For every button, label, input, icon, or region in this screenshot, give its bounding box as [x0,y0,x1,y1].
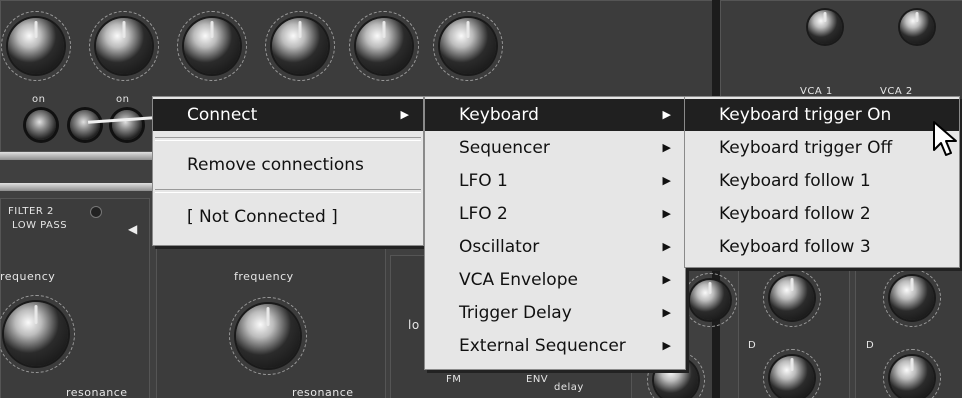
menu-item-label: Remove connections [187,155,364,175]
knob-label-frequency: frequency [234,270,294,283]
submenu-arrow-icon: ▶ [662,108,671,121]
on-switch[interactable] [26,110,56,140]
menu-item-label: Trigger Delay [459,303,572,323]
envelope-knob[interactable] [883,349,941,398]
lo-label: lo [408,318,420,332]
on-switch[interactable] [112,110,142,140]
oscillator-knob[interactable] [265,11,335,81]
submenu-arrow-icon: ▶ [662,174,671,187]
menu-item-lfo-2[interactable]: LFO 2 ▶ [425,198,685,230]
arrow-pointer-icon [933,121,957,156]
menu-item-trigger-delay[interactable]: Trigger Delay ▶ [425,297,685,329]
submenu-arrow-icon: ▶ [400,108,409,121]
menu-item-vca-envelope[interactable]: VCA Envelope ▶ [425,264,685,296]
menu-item-keyboard-trigger-off[interactable]: Keyboard trigger Off [685,132,959,164]
envelope-knob[interactable] [883,269,941,327]
menu-item-lfo-1[interactable]: LFO 1 ▶ [425,165,685,197]
filter-mode: LOW PASS [12,220,68,231]
envelope-knob[interactable] [763,269,821,327]
env-label: ENV [526,374,549,385]
filter-title: FILTER 2 [8,206,54,217]
menu-item-label: Keyboard follow 2 [719,204,871,224]
menu-item-label: Keyboard follow 1 [719,171,871,191]
menu-item-keyboard-trigger-on[interactable]: Keyboard trigger On [685,99,959,131]
submenu-arrow-icon: ▶ [662,141,671,154]
panel-rail [0,183,160,191]
menu-item-label: External Sequencer [459,336,626,356]
keyboard-submenu: Keyboard trigger On Keyboard trigger Off… [684,96,960,268]
frequency-knob[interactable] [0,295,75,373]
oscillator-knob[interactable] [89,11,159,81]
source-submenu: Keyboard ▶ Sequencer ▶ LFO 1 ▶ LFO 2 ▶ O… [424,96,686,370]
menu-item-keyboard[interactable]: Keyboard ▶ [425,99,685,131]
menu-item-external-sequencer[interactable]: External Sequencer ▶ [425,330,685,362]
menu-item-label: Keyboard trigger On [719,105,892,125]
submenu-arrow-icon: ▶ [662,339,671,352]
menu-item-sequencer[interactable]: Sequencer ▶ [425,132,685,164]
oscillator-knob[interactable] [433,11,503,81]
oscillator-knob[interactable] [177,11,247,81]
menu-item-connect[interactable]: Connect ▶ [153,99,423,131]
menu-item-keyboard-follow-3[interactable]: Keyboard follow 3 [685,231,959,263]
fm-label: FM [446,374,462,385]
context-menu: Connect ▶ Remove connections [ Not Conne… [152,96,424,246]
env-delay-label: delay [554,382,584,393]
menu-item-label: Keyboard [459,105,539,125]
menu-item-label: Oscillator [459,237,540,257]
menu-item-oscillator[interactable]: Oscillator ▶ [425,231,685,263]
menu-item-label: VCA Envelope [459,270,578,290]
menu-item-label: Connect [187,105,258,125]
envelope-knob[interactable] [763,349,821,398]
submenu-arrow-icon: ▶ [662,207,671,220]
decay-label: D [866,340,875,351]
menu-item-not-connected[interactable]: [ Not Connected ] [153,201,423,233]
menu-item-label: LFO 2 [459,204,508,224]
on-switch[interactable] [70,110,100,140]
submenu-arrow-icon: ▶ [662,306,671,319]
menu-separator [155,137,421,141]
switch-label: on [32,94,46,105]
knob-label-resonance: resonance [66,386,128,398]
menu-separator [155,189,421,193]
triangle-left-icon[interactable]: ◀ [128,222,137,236]
mod-knob[interactable] [683,273,737,327]
menu-item-keyboard-follow-2[interactable]: Keyboard follow 2 [685,198,959,230]
knob-label-frequency: requency [0,270,56,283]
menu-item-label: Sequencer [459,138,550,158]
panel-rail [0,152,160,160]
vca-knob[interactable] [808,10,842,44]
vca-knob[interactable] [900,10,934,44]
submenu-arrow-icon: ▶ [662,240,671,253]
menu-item-label: [ Not Connected ] [187,207,338,227]
decay-label: D [748,340,757,351]
menu-item-label: LFO 1 [459,171,508,191]
submenu-arrow-icon: ▶ [662,273,671,286]
menu-item-keyboard-follow-1[interactable]: Keyboard follow 1 [685,165,959,197]
knob-label-resonance: resonance [292,386,354,398]
menu-item-label: Keyboard follow 3 [719,237,871,257]
oscillator-knob[interactable] [349,11,419,81]
led-indicator [90,206,102,218]
menu-item-remove-connections[interactable]: Remove connections [153,149,423,181]
switch-label: on [116,94,130,105]
oscillator-knob[interactable] [1,11,71,81]
frequency-knob[interactable] [229,297,307,375]
menu-item-label: Keyboard trigger Off [719,138,893,158]
